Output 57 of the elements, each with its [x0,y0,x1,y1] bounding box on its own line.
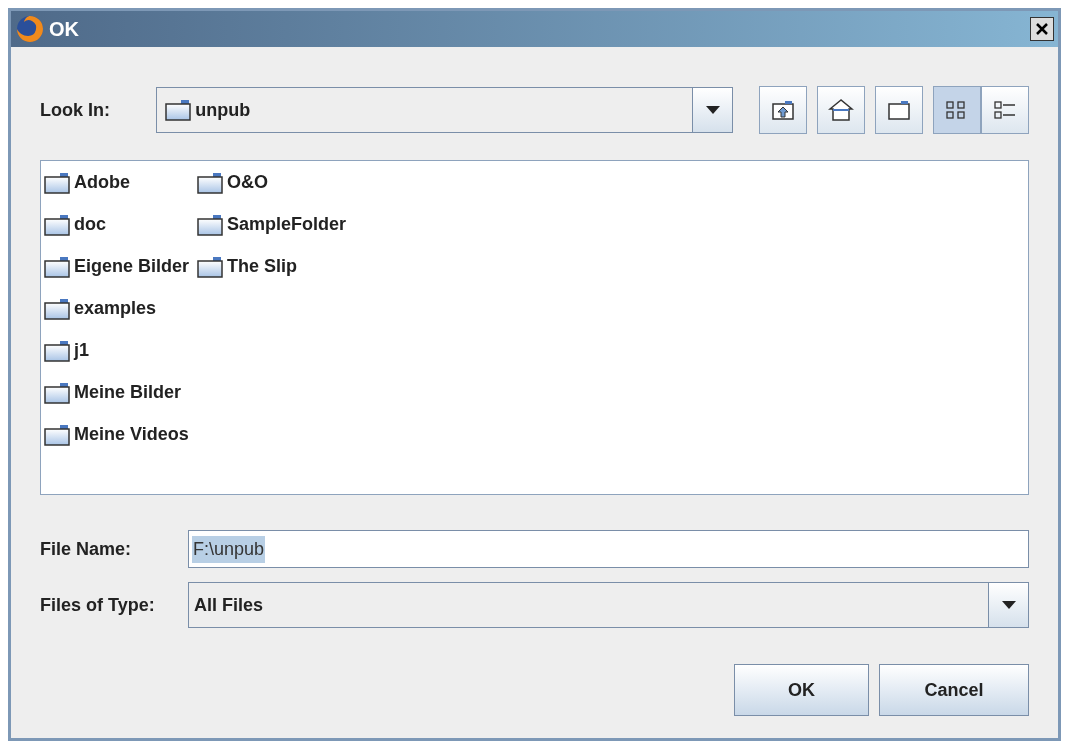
folder-item[interactable]: j1 [44,336,190,365]
toolbar-button[interactable] [981,86,1029,134]
folder-icon [197,171,224,194]
folder-icon [44,171,70,194]
folder-name: Meine Videos [74,423,189,446]
folder-name: SampleFolder [227,213,347,236]
folder-name: j1 [74,339,89,362]
home-icon [828,98,854,122]
toolbar-button[interactable] [817,86,865,134]
ok-button[interactable]: OK [734,664,869,716]
window-title: OK [49,17,79,42]
folder-icon [165,99,192,121]
toolbar-button[interactable] [875,86,923,134]
folder-icon [886,98,912,122]
folder-item[interactable]: Adobe [44,168,190,197]
look-in-dropdown[interactable]: unpub [156,87,733,133]
folder-icon [44,297,70,320]
file-type-value: All Files [193,593,265,617]
close-button[interactable] [1030,17,1054,41]
toolbar-button[interactable] [933,86,981,134]
file-type-label: Files of Type: [40,593,156,617]
folder-name: Meine Bilder [74,381,182,404]
folder-icon [44,381,70,404]
folder-up-icon [770,98,796,122]
folder-name: Eigene Bilder [74,255,190,278]
cancel-button[interactable]: Cancel [879,664,1029,716]
folder-name: O&O [227,171,269,194]
file-name-field[interactable]: F:\unpub [188,530,1029,568]
folder-item[interactable]: The Slip [197,252,347,281]
dropdown-arrow-icon [1000,600,1017,610]
close-icon [1035,22,1049,36]
folder-name: doc [74,213,106,236]
dropdown-arrow-icon [704,105,721,115]
look-in-value: unpub [195,98,251,122]
folder-item[interactable]: examples [44,294,190,323]
folder-item[interactable]: Meine Bilder [44,378,190,407]
folder-icon [197,213,224,236]
file-type-dropdown[interactable]: All Files [188,582,1029,628]
folder-icon [44,423,70,446]
folder-item[interactable]: Meine Videos [44,420,190,449]
file-name-value: F:\unpub [192,535,266,563]
folder-item[interactable]: O&O [197,168,347,197]
folder-icon [197,255,224,278]
toolbar-button[interactable] [759,86,807,134]
folder-item[interactable]: Eigene Bilder [44,252,190,281]
folder-item[interactable]: SampleFolder [197,210,347,239]
folder-item[interactable]: doc [44,210,190,239]
file-name-label: File Name: [40,537,133,561]
folder-name: Adobe [74,171,130,194]
details-view-icon [992,98,1018,122]
folder-icon [44,255,70,278]
folder-name: examples [74,297,157,320]
folder-icon [44,213,70,236]
folder-icon [44,339,70,362]
folder-name: The Slip [227,255,298,278]
look-in-label: Look In: [40,98,111,122]
app-logo-icon [15,14,45,44]
